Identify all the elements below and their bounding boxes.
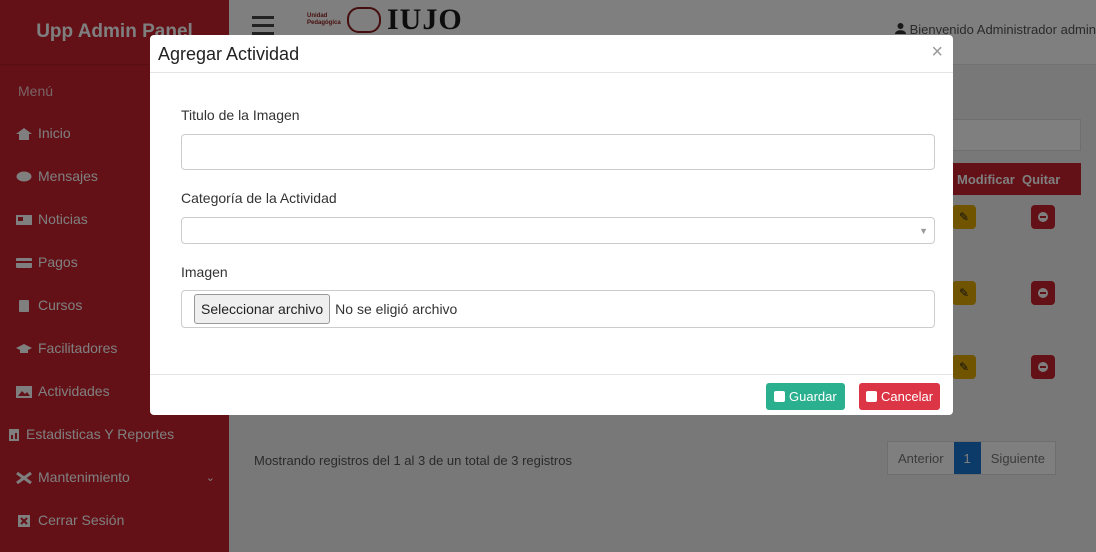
image-file-input[interactable]: Seleccionar archivo No se eligió archivo <box>181 290 935 328</box>
save-button-label: Guardar <box>789 389 837 404</box>
modal-footer: Guardar Cancelar <box>150 374 953 415</box>
title-label: Titulo de la Imagen <box>181 107 300 123</box>
modal-body: Titulo de la Imagen Categoría de la Acti… <box>150 73 953 375</box>
modal-title: Agregar Actividad <box>158 44 300 64</box>
category-label: Categoría de la Actividad <box>181 190 337 206</box>
modal-header: Agregar Actividad × <box>150 35 953 73</box>
dropdown-arrow-icon: ▼ <box>919 226 928 236</box>
file-status-text: No se eligió archivo <box>335 301 458 317</box>
floppy-disk-icon <box>774 391 785 402</box>
close-box-icon <box>866 391 877 402</box>
save-button[interactable]: Guardar <box>766 383 845 410</box>
category-select[interactable]: ▼ <box>181 217 935 244</box>
image-title-input[interactable] <box>181 134 935 170</box>
cancel-button[interactable]: Cancelar <box>859 383 941 410</box>
close-icon[interactable]: × <box>931 41 943 64</box>
add-activity-modal: Agregar Actividad × Titulo de la Imagen … <box>150 35 953 415</box>
choose-file-button[interactable]: Seleccionar archivo <box>194 294 331 324</box>
image-label: Imagen <box>181 264 228 280</box>
cancel-button-label: Cancelar <box>881 389 934 404</box>
